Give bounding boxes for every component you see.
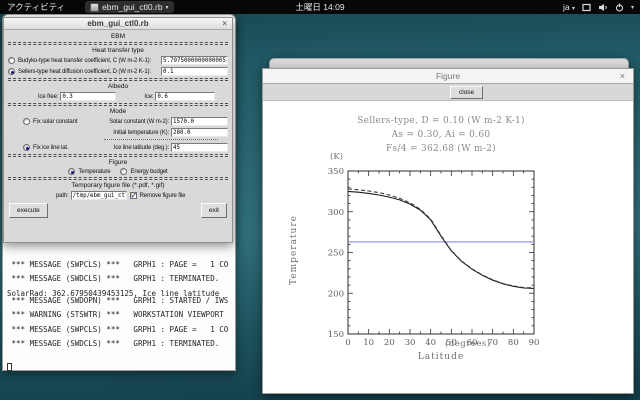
x-tick-label: 40: [425, 338, 436, 348]
solar-constant-label: Solar constant (W m-2):: [109, 119, 169, 125]
albedo-section-title: Albedo: [8, 83, 228, 90]
remove-figure-label: Remove figure file: [140, 193, 186, 199]
terminal-lines: *** MESSAGE (SWPCLS) *** GRPH1 : PAGE = …: [7, 261, 233, 348]
remove-figure-checkbox[interactable]: [130, 192, 137, 199]
heat-transfer-section-title: Heat transfer type: [8, 47, 228, 54]
figure-temperature-radio[interactable]: [68, 168, 75, 175]
separator: [8, 42, 228, 45]
sellers-label: Sellers-type heat diffusion coefficient,…: [18, 69, 161, 75]
top-bar: アクティビティ ebm_gui_ctl0.rb ▾ 土曜日 14:09 ja ▾…: [0, 0, 640, 14]
focused-app-label: ebm_gui_ctl0.rb: [102, 2, 162, 12]
temperature-final-curve: [348, 191, 534, 288]
sellers-radio[interactable]: [8, 68, 15, 75]
y-tick-label: 150: [328, 330, 344, 340]
control-window-titlebar[interactable]: ebm_gui_ctl0.rb ×: [4, 18, 232, 30]
status-square-icon[interactable]: [582, 3, 591, 12]
figure-section-title: Figure: [8, 159, 228, 166]
x-tick-label: 90: [529, 338, 540, 348]
fix-solar-label: Fix solar constant: [33, 119, 77, 125]
terminal-cursor: [7, 363, 12, 371]
plot-frame: [348, 171, 534, 334]
separator: [8, 154, 228, 157]
initial-temperature-field[interactable]: 280.0: [171, 128, 228, 137]
fix-ice-line-radio[interactable]: [23, 144, 30, 151]
volume-icon[interactable]: [598, 3, 608, 12]
terminal-line: *** MESSAGE (SWDOPN) *** GRPH1 : STARTED…: [7, 297, 233, 304]
figure-window-titlebar[interactable]: Figure ×: [263, 69, 633, 84]
ebm-control-window: ebm_gui_ctl0.rb × EBM Heat transfer type…: [3, 17, 233, 243]
y-tick-label: 350: [328, 167, 344, 177]
execute-button[interactable]: execute: [9, 203, 48, 218]
terminal-line: *** MESSAGE (SWDCLS) *** GRPH1 : TERMINA…: [7, 275, 233, 282]
budyko-radio[interactable]: [8, 57, 15, 64]
terminal-output: *** MESSAGE (SWPCLS) *** GRPH1 : PAGE = …: [7, 246, 233, 386]
input-method-indicator[interactable]: ja ▾: [563, 2, 575, 12]
chevron-down-icon: ▾: [166, 4, 169, 11]
ice-line-latitude-field[interactable]: 45: [171, 143, 228, 152]
initial-temperature-label: Initial temperature (K):: [113, 130, 169, 136]
y-axis-unit: (K): [263, 152, 343, 162]
budyko-label: Budyko-type heat transfer coefficient, C…: [18, 58, 161, 64]
y-axis-label: Temperature: [289, 195, 299, 305]
x-axis-unit: (degrees): [445, 339, 491, 349]
separator: [8, 78, 228, 81]
fix-ice-line-label: Fix ice line lat.: [33, 145, 68, 151]
app-icon: [90, 3, 99, 12]
terminal-line: *** WARNING (STSWTR) *** WORKSTATION VIE…: [7, 311, 233, 318]
terminal-line: *** MESSAGE (SWDCLS) *** GRPH1 : TERMINA…: [7, 340, 233, 347]
mode-section-title: Mode: [8, 108, 228, 115]
figure-window: Figure × close 0102030405060708090150200…: [262, 68, 634, 394]
separator: [104, 139, 218, 140]
chevron-down-icon: ▾: [572, 6, 575, 12]
figure-temperature-label: Temperature: [78, 169, 110, 175]
y-tick-label: 250: [328, 249, 344, 259]
path-label: path:: [56, 193, 69, 199]
separator: [8, 103, 228, 106]
control-window-title: ebm_gui_ctl0.rb: [87, 19, 148, 28]
activities-button[interactable]: アクティビティ: [7, 1, 65, 13]
close-icon[interactable]: ×: [620, 69, 625, 84]
close-icon[interactable]: ×: [222, 18, 227, 30]
figure-toolbar: close: [263, 84, 633, 101]
separator: [8, 177, 228, 180]
terminal-line: *** MESSAGE (SWPCLS) *** GRPH1 : PAGE = …: [7, 326, 233, 333]
figure-path-field[interactable]: /tmp/ebm_gui_ctl0.rb: [71, 191, 127, 200]
x-tick-label: 10: [363, 338, 374, 348]
x-tick-label: 0: [345, 338, 350, 348]
close-figure-button[interactable]: close: [450, 86, 483, 99]
sellers-coefficient-field[interactable]: 0.1: [161, 67, 228, 76]
y-tick-label: 200: [328, 289, 344, 299]
ebm-header: EBM: [8, 33, 228, 40]
x-tick-label: 30: [405, 338, 416, 348]
ice-free-albedo-field[interactable]: 0.3: [60, 92, 116, 101]
ice-line-latitude-label: Ice line latitude (deg.):: [114, 145, 169, 151]
terminal-line: *** MESSAGE (SWPCLS) *** GRPH1 : PAGE = …: [7, 261, 233, 268]
ice-free-label: Ice free:: [38, 94, 58, 100]
plot-title-line2: As = 0.30, Ai = 0.60: [291, 130, 591, 140]
figure-energy-radio[interactable]: [120, 168, 127, 175]
x-tick-label: 80: [508, 338, 519, 348]
budyko-coefficient-field[interactable]: 5.7975000000000005: [161, 56, 228, 65]
temperature-initial-curve: [348, 189, 534, 288]
exit-button[interactable]: exit: [201, 203, 227, 218]
chevron-down-icon[interactable]: ▾: [631, 4, 634, 11]
plot-title-line1: Sellers-type, D = 0.10 (W m-2 K-1): [291, 116, 591, 126]
ice-label: Ice:: [144, 94, 153, 100]
power-icon[interactable]: [615, 3, 624, 12]
fix-solar-radio[interactable]: [23, 118, 30, 125]
x-axis-label: Latitude: [348, 352, 534, 362]
plot-area: 0102030405060708090150200250300350 Selle…: [263, 102, 633, 393]
solar-constant-field[interactable]: 1570.0: [171, 117, 228, 126]
temp-file-section-title: Temporary figure file (*.pdf, *.gif): [8, 182, 228, 189]
figure-window-title: Figure: [436, 71, 460, 81]
focused-app-button[interactable]: ebm_gui_ctl0.rb ▾: [85, 1, 174, 13]
x-tick-label: 20: [384, 338, 395, 348]
figure-energy-label: Energy budget: [130, 169, 167, 175]
y-tick-label: 300: [328, 208, 344, 218]
ice-albedo-field[interactable]: 0.6: [155, 92, 215, 101]
